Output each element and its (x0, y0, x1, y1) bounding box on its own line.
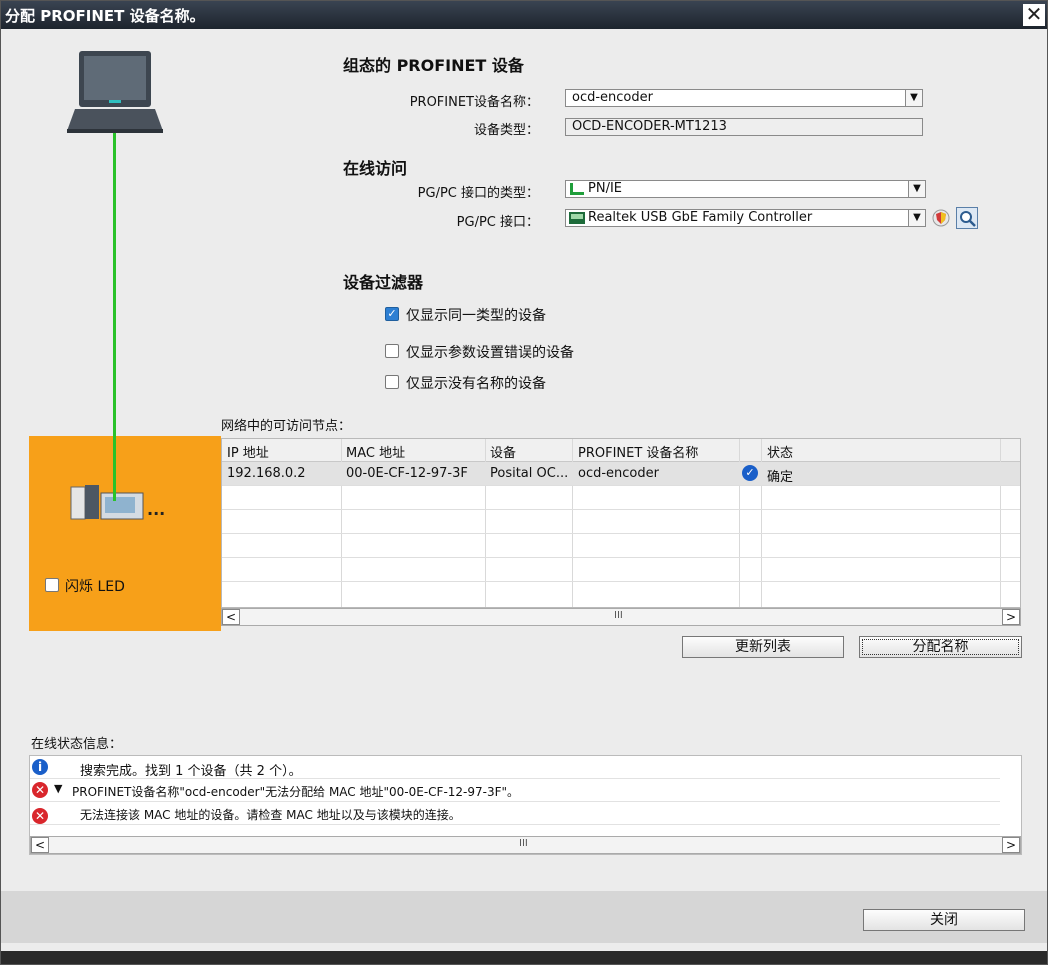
table-row[interactable]: 192.168.0.2 00-0E-CF-12-97-3F Posital OC… (222, 462, 1020, 486)
nodes-table: IP 地址 MAC 地址 设备 PROFINET 设备名称 状态 192.168… (221, 438, 1021, 608)
interface-label: PG/PC 接口： (456, 215, 539, 230)
row-device: Posital OC... (490, 466, 569, 481)
filter-no-name-checkbox[interactable] (385, 375, 399, 389)
filter-param-error-label: 仅显示参数设置错误的设备 (406, 345, 574, 361)
interface-select[interactable]: Realtek USB GbE Family Controller ▼ (565, 209, 926, 227)
refresh-list-button[interactable]: 更新列表 (682, 636, 844, 658)
status-ok-icon: ✓ (742, 465, 758, 481)
device-type-value: OCD-ENCODER-MT1213 (572, 119, 727, 134)
message-text: PROFINET设备名称"ocd-encoder"无法分配给 MAC 地址"00… (72, 785, 520, 799)
row-name: ocd-encoder (578, 466, 659, 481)
nodes-hscrollbar[interactable]: < III > (221, 608, 1021, 626)
device-type-field: OCD-ENCODER-MT1213 (565, 118, 923, 136)
scroll-grip[interactable]: III (519, 838, 528, 849)
filter-heading: 设备过滤器 (343, 273, 424, 292)
list-item[interactable]: ✕ ▼ PROFINET设备名称"ocd-encoder"无法分配给 MAC 地… (30, 779, 1000, 802)
message-text: 搜索完成。找到 1 个设备（共 2 个）。 (80, 764, 302, 779)
table-row (222, 558, 1020, 582)
expand-arrow-icon[interactable]: ▼ (54, 782, 62, 795)
device-name-label: PROFINET设备名称： (409, 95, 539, 110)
table-row (222, 534, 1020, 558)
network-card-icon (569, 212, 585, 224)
row-ip: 192.168.0.2 (227, 466, 306, 481)
scroll-left-icon[interactable]: < (222, 609, 240, 625)
error-icon: ✕ (32, 808, 48, 824)
filter-same-type-checkbox[interactable]: ✓ (385, 307, 399, 321)
device-name-value: ocd-encoder (572, 90, 653, 105)
message-text: 无法连接该 MAC 地址的设备。请检查 MAC 地址以及与该模块的连接。 (80, 808, 461, 822)
window-title: 分配 PROFINET 设备名称。 (5, 7, 205, 25)
scroll-left-icon[interactable]: < (31, 837, 49, 853)
table-row (222, 510, 1020, 534)
info-icon: i (32, 759, 48, 775)
col-status[interactable]: 状态 (767, 442, 793, 461)
configured-heading: 组态的 PROFINET 设备 (343, 56, 524, 75)
device-type-label: 设备类型： (473, 123, 539, 138)
close-button[interactable]: 关闭 (863, 909, 1025, 931)
online-heading: 在线访问 (343, 159, 408, 178)
messages-hscrollbar[interactable]: < III > (30, 836, 1021, 854)
scroll-right-icon[interactable]: > (1002, 609, 1020, 625)
status-info-heading: 在线状态信息： (31, 737, 123, 752)
list-item[interactable]: ✕ 无法连接该 MAC 地址的设备。请检查 MAC 地址以及与该模块的连接。 (30, 802, 1000, 825)
interface-value: Realtek USB GbE Family Controller (588, 210, 813, 225)
filter-same-type-label: 仅显示同一类型的设备 (406, 308, 546, 324)
device-more-indicator: ... (147, 500, 166, 519)
device-panel: ... 闪烁 LED (29, 436, 221, 631)
device-name-select[interactable]: ocd-encoder ▼ (565, 89, 923, 107)
chevron-down-icon[interactable]: ▼ (908, 181, 925, 197)
flash-led-label: 闪烁 LED (65, 579, 125, 595)
bottom-edge (1, 951, 1047, 964)
search-devices-icon[interactable] (956, 207, 978, 229)
close-icon[interactable]: ✕ (1023, 4, 1045, 26)
scroll-grip[interactable]: III (614, 610, 623, 621)
interface-type-value: PN/IE (588, 181, 622, 196)
diagnostics-shield-icon[interactable] (932, 209, 950, 227)
table-row (222, 582, 1020, 605)
pg-pc-icon (67, 51, 163, 133)
interface-type-label: PG/PC 接口的类型： (417, 186, 539, 201)
filter-param-error-checkbox[interactable] (385, 344, 399, 358)
filter-no-name-label: 仅显示没有名称的设备 (406, 376, 546, 392)
chevron-down-icon[interactable]: ▼ (908, 210, 925, 226)
table-row (222, 486, 1020, 510)
scroll-right-icon[interactable]: > (1002, 837, 1020, 853)
title-bar: 分配 PROFINET 设备名称。 ✕ (1, 1, 1047, 29)
error-icon: ✕ (32, 782, 48, 798)
col-ip[interactable]: IP 地址 (227, 442, 269, 461)
network-link-line (113, 133, 116, 501)
status-messages-list: i 搜索完成。找到 1 个设备（共 2 个）。 ✕ ▼ PROFINET设备名称… (29, 755, 1022, 855)
assign-name-button[interactable]: 分配名称 (859, 636, 1022, 658)
list-item[interactable]: i 搜索完成。找到 1 个设备（共 2 个）。 (30, 756, 1000, 779)
col-mac[interactable]: MAC 地址 (346, 442, 405, 461)
nodes-heading: 网络中的可访问节点： (221, 419, 352, 434)
col-device[interactable]: 设备 (490, 442, 516, 461)
interface-type-select[interactable]: PN/IE ▼ (565, 180, 926, 198)
row-mac: 00-0E-CF-12-97-3F (346, 466, 468, 481)
pnie-icon (570, 183, 584, 195)
flash-led-checkbox[interactable] (45, 578, 59, 592)
dialog-window: 分配 PROFINET 设备名称。 ✕ 组态的 PROFINET 设备 PROF… (0, 0, 1048, 965)
col-profinet-name[interactable]: PROFINET 设备名称 (578, 442, 698, 461)
row-status: 确定 (767, 470, 794, 485)
chevron-down-icon[interactable]: ▼ (905, 90, 922, 106)
